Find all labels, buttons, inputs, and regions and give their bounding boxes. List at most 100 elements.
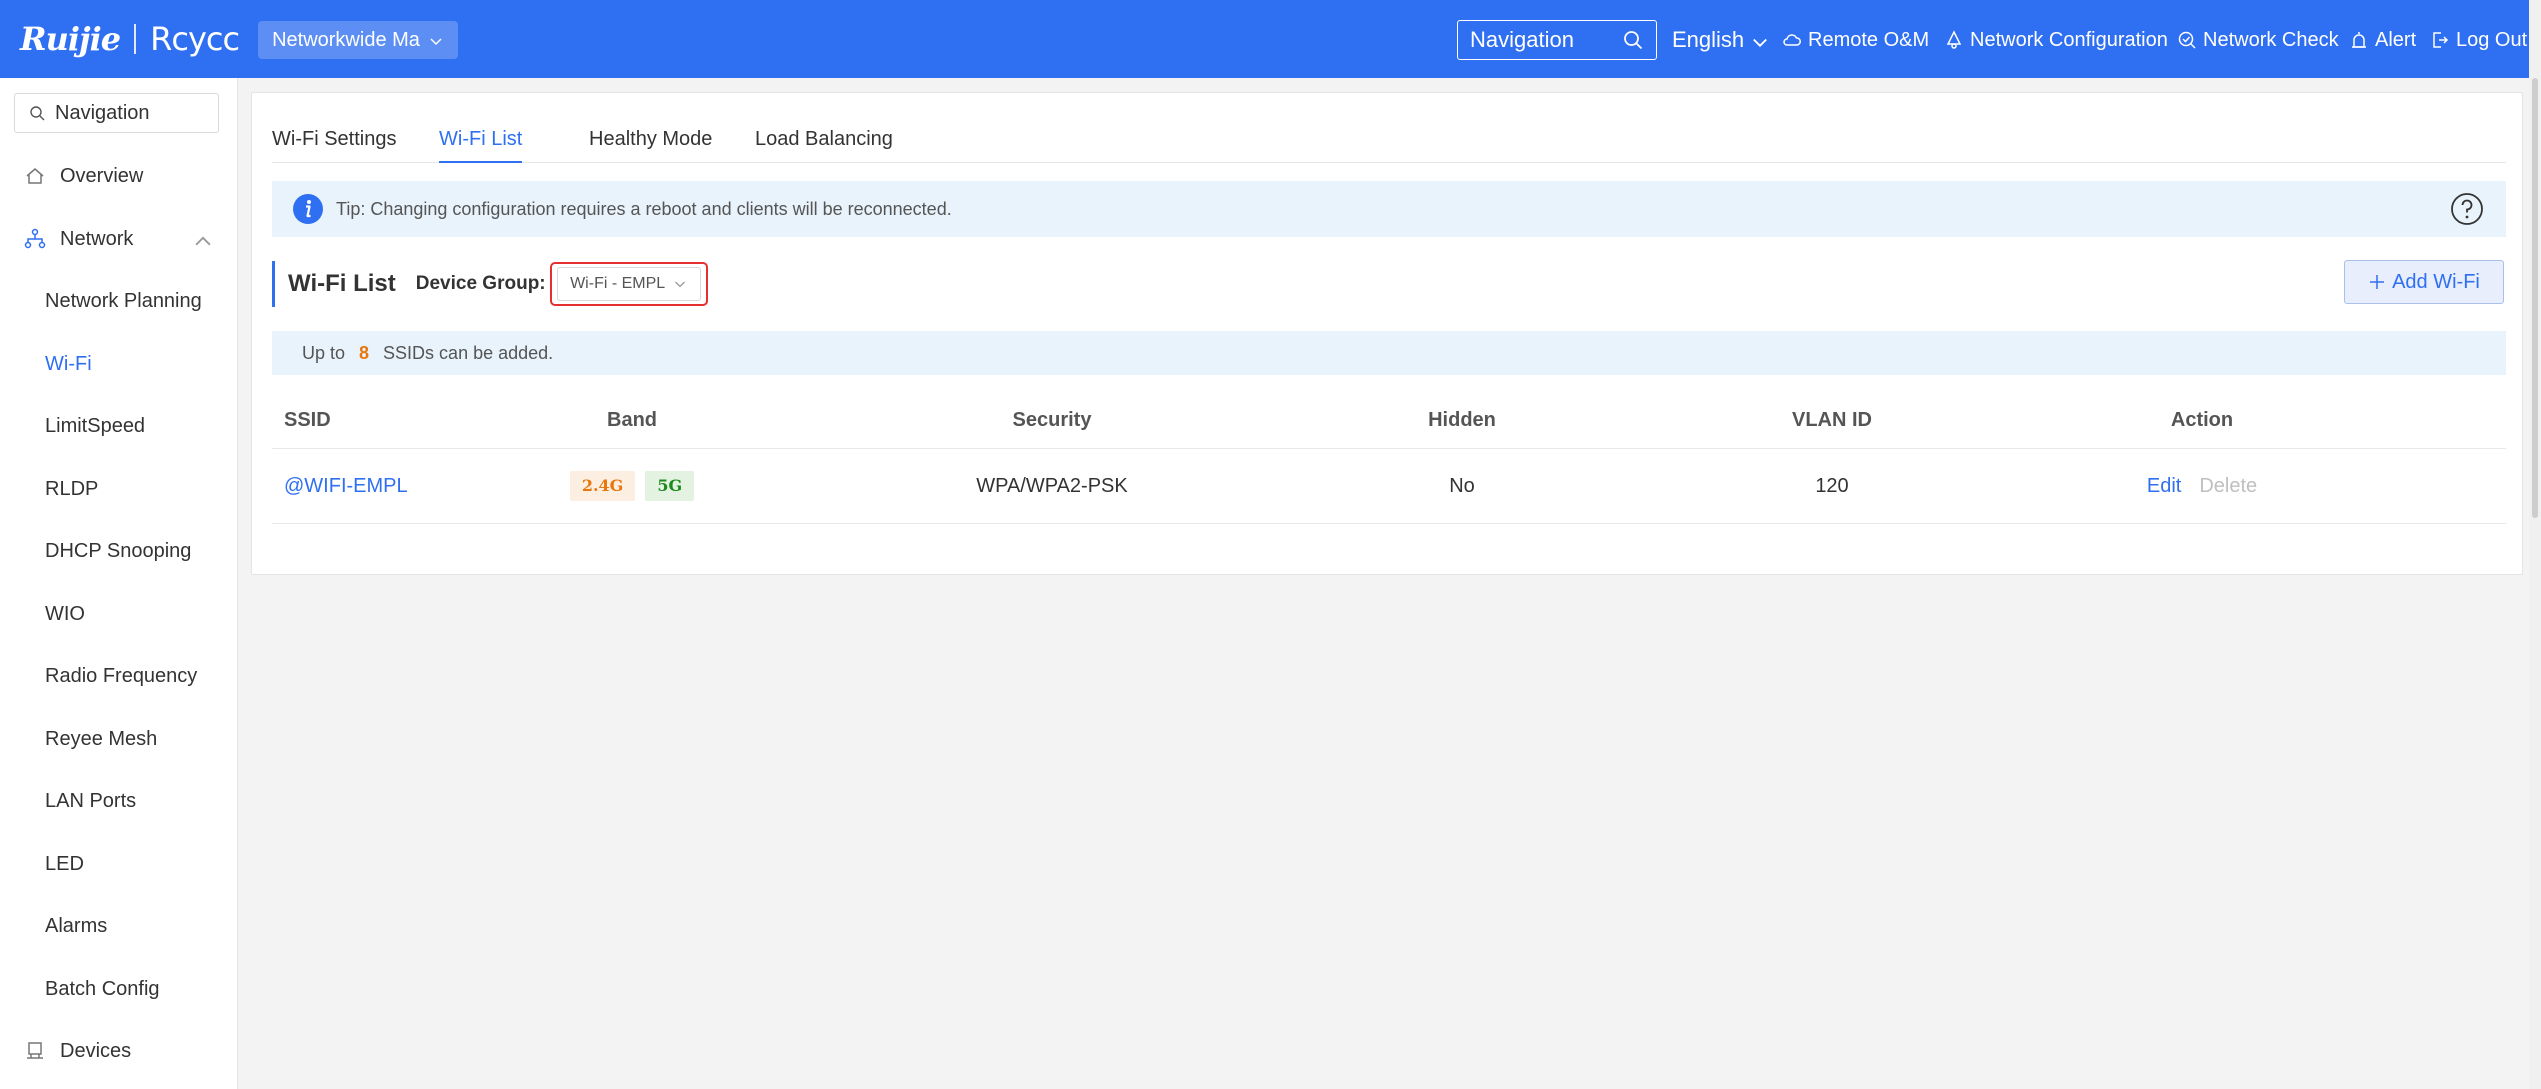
sidebar-item-label: Overview <box>60 164 144 187</box>
language-label: English <box>1672 27 1745 52</box>
sidebar-search-box[interactable] <box>14 93 219 133</box>
band-cell: 2.4G 5G <box>472 449 792 523</box>
add-wifi-label: Add Wi-Fi <box>2392 270 2480 293</box>
sidebar-item-label: RLDP <box>45 477 99 500</box>
tab-wifi-settings[interactable]: Wi-Fi Settings <box>272 123 396 163</box>
sidebar-item-label: Devices <box>60 1039 132 1062</box>
config-icon <box>1946 30 1962 49</box>
vlan-id-cell: 120 <box>1815 474 1849 497</box>
top-search-box[interactable] <box>1457 20 1657 60</box>
sidebar-item-label: LED <box>45 852 84 875</box>
sidebar-item-batch-config[interactable]: Batch Config <box>0 964 238 1014</box>
remote-om-label: Remote O&M <box>1808 28 1930 51</box>
sidebar-item-label: Wi-Fi <box>45 352 92 375</box>
network-topology-icon <box>24 228 46 249</box>
column-header-hidden: Hidden <box>1428 409 1496 431</box>
help-icon[interactable] <box>2450 192 2484 226</box>
network-check-link[interactable]: Network Check <box>2177 20 2339 60</box>
sidebar-search-input[interactable] <box>55 101 205 125</box>
sidebar-item-label: Radio Frequency <box>45 664 198 687</box>
sidebar-item-alarms[interactable]: Alarms <box>0 901 238 951</box>
search-icon[interactable] <box>1622 29 1644 51</box>
sidebar-item-reyee-mesh[interactable]: Reyee Mesh <box>0 714 238 764</box>
tab-load-balancing[interactable]: Load Balancing <box>755 123 893 163</box>
sidebar-item-radio-frequency[interactable]: Radio Frequency <box>0 651 238 701</box>
network-scope-label: Networkwide Ma <box>272 28 420 51</box>
sidebar-item-label: Reyee Mesh <box>45 727 158 750</box>
chevron-down-icon <box>428 32 444 48</box>
sidebar-item-lan-ports[interactable]: LAN Ports <box>0 776 238 826</box>
ssid-cell: @WIFI-EMPL <box>272 449 472 523</box>
sidebar-item-label: Alarms <box>45 914 108 937</box>
ssid-link[interactable]: @WIFI-EMPL <box>284 475 408 498</box>
logout-icon <box>2433 32 2449 48</box>
title-accent-bar <box>272 261 275 307</box>
sidebar-item-label: DHCP Snooping <box>45 539 192 562</box>
tab-wifi-list[interactable]: Wi-Fi List <box>439 123 523 163</box>
add-wifi-button[interactable]: Add Wi-Fi <box>2344 260 2504 304</box>
network-configuration-link[interactable]: Network Configuration <box>1944 20 2168 60</box>
device-group-label: Device Group: <box>415 273 546 294</box>
tip-banner: Tip: Changing configuration requires a r… <box>272 181 2506 237</box>
remote-om-link[interactable]: Remote O&M <box>1782 20 1929 60</box>
logo-sub: Rcycc <box>150 20 240 58</box>
sidebar-item-label: Batch Config <box>45 977 160 1000</box>
sidebar-item-wio[interactable]: WIO <box>0 589 238 639</box>
sidebar-item-label: LimitSpeed <box>45 414 146 437</box>
hidden-cell: No <box>1449 474 1475 497</box>
network-configuration-label: Network Configuration <box>1970 28 2168 51</box>
device-group-select-box[interactable]: Wi-Fi - EMPL <box>556 267 701 301</box>
sidebar-item-devices[interactable]: Devices <box>0 1026 238 1076</box>
scrollbar-thumb[interactable] <box>2532 78 2538 518</box>
info-icon <box>293 194 323 224</box>
wifi-list-title: Wi-Fi List <box>288 270 396 297</box>
edit-button[interactable]: Edit <box>2147 475 2181 498</box>
sidebar-item-overview[interactable]: Overview <box>0 151 238 201</box>
tip-text: Tip: Changing configuration requires a r… <box>336 198 952 219</box>
band-tag-5g: 5G <box>645 471 695 501</box>
ssid-quota-banner: Up to 8 SSIDs can be added. <box>272 331 2506 375</box>
logout-link[interactable]: Log Out <box>2430 20 2527 60</box>
sidebar-item-label: Network <box>60 227 134 250</box>
column-header-vlan-id: VLAN ID <box>1792 409 1872 431</box>
logo[interactable]: Ruijie Rcycc <box>20 18 240 60</box>
sidebar-item-dhcp-snooping[interactable]: DHCP Snooping <box>0 526 238 576</box>
wifi-list-header: Wi-Fi List Device Group: Wi-Fi - EMPL <box>272 261 708 307</box>
alert-icon <box>2352 32 2366 48</box>
sidebar-item-network[interactable]: Network <box>0 214 238 264</box>
sidebar-item-wifi[interactable]: Wi-Fi <box>0 339 238 389</box>
sidebar-item-label: WIO <box>45 602 85 625</box>
devices-icon <box>27 1042 43 1059</box>
column-header-ssid: SSID <box>284 409 331 431</box>
chevron-down-icon <box>1750 32 1768 48</box>
tab-healthy-mode[interactable]: Healthy Mode <box>589 123 712 163</box>
sidebar-item-led[interactable]: LED <box>0 839 238 889</box>
quota-suffix: SSIDs can be added. <box>383 342 554 363</box>
chevron-up-icon[interactable] <box>192 231 214 253</box>
column-header-band: Band <box>607 409 657 431</box>
network-scope-dropdown[interactable]: Networkwide Ma <box>258 21 458 59</box>
alert-label: Alert <box>2375 28 2417 51</box>
security-cell: WPA/WPA2-PSK <box>976 474 1128 497</box>
sidebar-item-rldp[interactable]: RLDP <box>0 464 238 514</box>
cloud-icon <box>1783 34 1801 46</box>
language-selector[interactable]: English <box>1672 20 1768 60</box>
tab-bar: Wi-Fi Settings Wi-Fi List Healthy Mode L… <box>272 123 2506 163</box>
device-group-select[interactable]: Wi-Fi - EMPL <box>549 262 708 306</box>
sidebar-item-label: LAN Ports <box>45 789 137 812</box>
network-check-icon <box>2178 31 2196 49</box>
page-scrollbar[interactable] <box>2529 0 2541 1089</box>
search-icon <box>30 106 45 121</box>
table-row: @WIFI-EMPL 2.4G 5G WPA/WPA2-PSK No 120 E… <box>272 449 2506 524</box>
table-header: SSID Band Security Hidden VLAN ID Action <box>272 393 2506 449</box>
top-search-input[interactable] <box>1470 27 1622 53</box>
network-check-label: Network Check <box>2203 28 2339 51</box>
alert-link[interactable]: Alert <box>2349 20 2416 60</box>
sidebar: Overview Network Network Planning Wi-Fi … <box>0 78 238 1089</box>
sidebar-item-limitspeed[interactable]: LimitSpeed <box>0 401 238 451</box>
plus-icon <box>2370 275 2385 289</box>
action-cell: Edit Delete <box>2052 449 2352 523</box>
delete-button[interactable]: Delete <box>2199 475 2257 498</box>
sidebar-item-network-planning[interactable]: Network Planning <box>0 276 238 326</box>
logo-divider <box>134 24 137 54</box>
